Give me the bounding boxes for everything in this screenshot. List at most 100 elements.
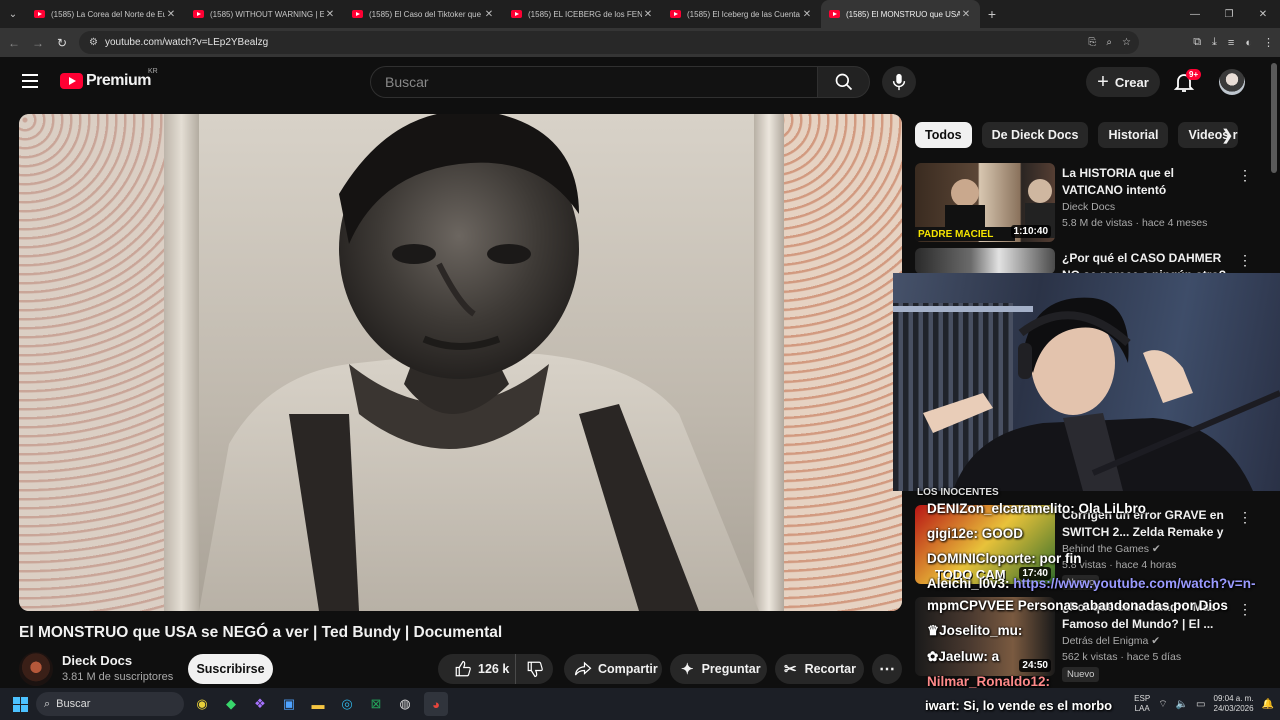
chip-history[interactable]: Historial — [1098, 122, 1169, 148]
video-title: El MONSTRUO que USA se NEGÓ a ver | Ted … — [19, 624, 503, 641]
bookmark-star-icon[interactable]: ☆ — [1122, 37, 1131, 48]
video-player[interactable] — [19, 114, 902, 611]
dislike-button[interactable] — [516, 660, 553, 678]
recommendation-thumbnail[interactable]: TODO CAM 17:40 — [915, 505, 1055, 584]
recommendation-channel[interactable]: Detrás del Enigma ✔ — [1062, 635, 1160, 647]
more-vertical-icon[interactable]: ⋮ — [1238, 167, 1252, 184]
chip-channel[interactable]: De Dieck Docs — [981, 122, 1089, 148]
system-clock[interactable]: 09:04 a. m. 24/03/2026 — [1214, 694, 1254, 714]
recommendation-channel[interactable]: Dieck Docs — [1062, 201, 1115, 213]
back-icon[interactable]: ← — [2, 36, 26, 50]
browser-tab-active[interactable]: (1585) El MONSTRUO que USA ✕ — [821, 0, 980, 28]
more-vertical-icon[interactable]: ⋮ — [1238, 601, 1252, 618]
recommendation-thumbnail[interactable] — [915, 248, 1055, 274]
cast-icon[interactable]: ⎘ — [1088, 37, 1096, 48]
forward-icon[interactable]: → — [26, 36, 50, 50]
youtube-premium-logo[interactable]: Premium KR — [60, 68, 158, 90]
minimize-icon[interactable]: — — [1178, 0, 1212, 28]
chat-link[interactable]: https://www.youtube.com/watch?v=n- — [1013, 576, 1255, 591]
create-button[interactable]: + Crear — [1086, 67, 1160, 97]
battery-icon[interactable]: ▭ — [1196, 699, 1205, 710]
more-vertical-icon[interactable]: ⋮ — [1238, 252, 1252, 269]
recommendation-meta: 562 k vistas · hace 5 días — [1062, 651, 1182, 663]
close-tab-icon[interactable]: ✕ — [483, 9, 495, 20]
browser-tab[interactable]: (1585) WITHOUT WARNING | El ✕ — [185, 0, 344, 28]
subscriber-count: 3.81 M de suscriptores — [62, 671, 174, 683]
reload-icon[interactable]: ↻ — [50, 36, 74, 50]
store-icon[interactable]: ▣ — [279, 692, 299, 716]
browser-tab[interactable]: (1585) El Iceberg de las Cuenta ✕ — [662, 0, 821, 28]
edge-icon[interactable]: ◎ — [337, 692, 357, 716]
recommendation-thumbnail[interactable]: PADRE MACIEL 1:10:40 — [915, 163, 1055, 242]
chevron-right-icon[interactable]: ❯ — [1221, 126, 1234, 144]
language-indicator[interactable]: ESP LAA — [1134, 694, 1150, 714]
network-icon[interactable]: ⌔ — [1158, 698, 1167, 711]
browser-tab[interactable]: (1585) La Corea del Norte de Eu ✕ — [26, 0, 185, 28]
download-icon[interactable]: ⤓ — [1212, 36, 1217, 49]
chip-todos[interactable]: Todos — [915, 122, 972, 148]
close-tab-icon[interactable]: ✕ — [642, 9, 654, 20]
site-info-icon[interactable]: ⚙ — [89, 37, 98, 48]
subscribe-button[interactable]: Suscribirse — [188, 654, 273, 684]
more-actions-button[interactable]: ⋯ — [872, 654, 902, 684]
close-tab-icon[interactable]: ✕ — [801, 9, 813, 20]
youtube-favicon-icon — [352, 10, 363, 18]
app-icon[interactable]: ◉ — [192, 692, 212, 716]
taskbar-search[interactable]: ⌕ Buscar — [36, 692, 184, 716]
notifications-icon[interactable]: 🔔 — [1262, 699, 1274, 710]
plus-icon: + — [1097, 71, 1109, 93]
restore-icon[interactable]: ❐ — [1212, 0, 1246, 28]
close-window-icon[interactable]: ✕ — [1246, 0, 1280, 28]
scrollbar-thumb[interactable] — [1271, 63, 1277, 173]
profile-icon[interactable]: ◐ — [1245, 37, 1252, 49]
filter-chips: Todos De Dieck Docs Historial Videos re — [915, 122, 1239, 148]
more-vertical-icon[interactable]: ⋮ — [1238, 509, 1252, 526]
recommendation-item[interactable]: PADRE MACIEL 1:10:40 La HISTORIA que el … — [915, 163, 1260, 243]
volume-icon[interactable]: 🔈 — [1176, 699, 1188, 710]
app-icon[interactable]: ◍ — [395, 692, 415, 716]
account-avatar[interactable] — [1219, 69, 1245, 95]
sparkle-icon: ✦ — [681, 661, 694, 678]
url-text[interactable]: youtube.com/watch?v=LEp2YBealzg — [105, 37, 268, 48]
ask-button[interactable]: ✦ Preguntar — [670, 654, 767, 684]
extensions-icon[interactable]: ⧉ — [1193, 36, 1201, 49]
browser-menu-icon[interactable]: ⋮ — [1263, 36, 1274, 49]
chat-line: Aleichi_l0v3: https://www.youtube.com/wa… — [927, 576, 1255, 591]
share-button[interactable]: Compartir — [564, 654, 662, 684]
zoom-icon[interactable]: ⌕ — [1106, 37, 1112, 48]
app-icon[interactable]: ◆ — [221, 692, 241, 716]
new-tab-button[interactable]: + — [980, 6, 1004, 22]
recommendation-title[interactable]: La HISTORIA que el VATICANO intentó ENTE… — [1062, 165, 1232, 199]
voice-search-button[interactable] — [882, 66, 916, 98]
reading-list-icon[interactable]: ≡ — [1228, 37, 1234, 49]
clip-button[interactable]: ✂ Recortar — [775, 654, 864, 684]
windows-start-icon[interactable] — [13, 697, 28, 712]
channel-name[interactable]: Dieck Docs — [62, 653, 132, 668]
app-icon[interactable]: ❖ — [250, 692, 270, 716]
recommendation-item[interactable]: TODO CAM 17:40 Corrigen un error GRAVE e… — [915, 505, 1260, 590]
chat-line: LOS INOCENTES — [917, 487, 999, 498]
chat-username: DOMINICloporte — [927, 551, 1032, 566]
like-button[interactable]: 126 k — [438, 654, 516, 684]
channel-avatar[interactable] — [19, 652, 53, 686]
chat-text: LOS INOCENTES — [917, 487, 999, 498]
close-tab-icon[interactable]: ✕ — [324, 9, 336, 20]
video-duration: 24:50 — [1019, 659, 1051, 672]
close-tab-icon[interactable]: ✕ — [960, 9, 972, 20]
tab-search-icon[interactable]: ⌄ — [0, 0, 26, 28]
search-box[interactable] — [370, 66, 818, 98]
file-explorer-icon[interactable]: ▬ — [308, 692, 328, 716]
search-button[interactable] — [817, 66, 870, 98]
address-bar[interactable]: ⚙ youtube.com/watch?v=LEp2YBealzg ⎘ ⌕ ☆ — [79, 31, 1139, 54]
menu-icon[interactable] — [22, 74, 38, 88]
chat-text: : Ola LiLbro — [1070, 501, 1147, 516]
search-input[interactable] — [385, 74, 817, 90]
close-tab-icon[interactable]: ✕ — [165, 9, 177, 20]
video-duration: 1:10:40 — [1010, 225, 1051, 238]
chrome-icon[interactable]: ◕ — [424, 692, 448, 716]
country-code: KR — [148, 68, 158, 75]
excel-icon[interactable]: ⊠ — [366, 692, 386, 716]
browser-tab[interactable]: (1585) EL ICEBERG de los FENÓ ✕ — [503, 0, 662, 28]
taskbar-apps: ◉ ◆ ❖ ▣ ▬ ◎ ⊠ ◍ ◕ — [192, 692, 448, 716]
browser-tab[interactable]: (1585) El Caso del Tiktoker que ✕ — [344, 0, 503, 28]
